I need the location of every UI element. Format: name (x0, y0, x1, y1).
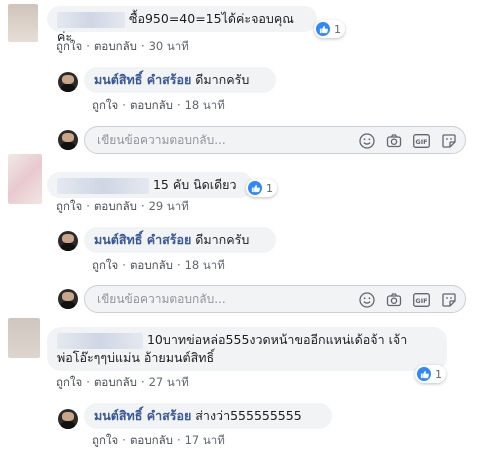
reply-link[interactable]: ตอบกลับ (130, 433, 173, 447)
reply-actions: ถูกใจ · ตอบกลับ · 18 นาที (92, 98, 225, 112)
reply-bubble: มนต์สิทธิ์ คำสร้อย ดีมากครับ (84, 227, 276, 253)
commenter-avatar[interactable] (8, 154, 42, 204)
reply-text: ดีมากครับ (195, 232, 250, 247)
reply-composer[interactable]: GIF (84, 285, 466, 313)
sticker-icon[interactable] (440, 291, 458, 309)
smiley-icon[interactable] (358, 291, 376, 309)
reply-bubble: มนต์สิทธิ์ คำสร้อย ดีมากครับ (84, 67, 276, 93)
reply-author-name[interactable]: มนต์สิทธิ์ คำสร้อย (94, 408, 191, 423)
reply-author-avatar[interactable] (58, 231, 78, 251)
reply-author-name[interactable]: มนต์สิทธิ์ คำสร้อย (94, 232, 191, 247)
reply-link[interactable]: ตอบกลับ (130, 258, 173, 272)
current-user-avatar (58, 130, 78, 150)
comment-time[interactable]: 27 นาที (149, 375, 189, 389)
like-link[interactable]: ถูกใจ (92, 98, 118, 112)
thumbs-up-icon (417, 367, 431, 381)
comment-actions: ถูกใจ · ตอบกลับ · 30 นาที (56, 39, 189, 53)
reply-author-name[interactable]: มนต์สิทธิ์ คำสร้อย (94, 72, 191, 87)
like-count: 1 (334, 22, 341, 36)
reply-text: ดีมากครับ (195, 72, 250, 87)
commenter-name[interactable] (57, 332, 143, 349)
gif-icon[interactable]: GIF (412, 291, 430, 309)
smiley-icon[interactable] (358, 132, 376, 150)
thumbs-up-icon (316, 22, 330, 36)
reply-author-avatar[interactable] (58, 409, 78, 429)
comment-actions: ถูกใจ · ตอบกลับ · 29 นาที (56, 199, 189, 213)
reply-input[interactable] (95, 291, 349, 307)
like-count-badge[interactable]: 1 (415, 365, 446, 383)
gif-icon[interactable]: GIF (412, 132, 430, 150)
reply-time[interactable]: 18 นาที (185, 258, 225, 272)
reply-bubble: มนต์สิทธิ์ คำสร้อย ส่างว่า555555555 (84, 403, 332, 429)
comment-text-line2: พ่อโอ๊ะๆๆบ่แม่น อ้ายมนต์สิทธิ์ (57, 349, 215, 365)
reply-time[interactable]: 17 นาที (185, 433, 225, 447)
reply-actions: ถูกใจ · ตอบกลับ · 18 นาที (92, 258, 225, 272)
like-link[interactable]: ถูกใจ (56, 199, 82, 213)
reply-link[interactable]: ตอบกลับ (94, 39, 137, 53)
current-user-avatar (58, 289, 78, 309)
like-count: 1 (435, 367, 442, 381)
comment-time[interactable]: 29 นาที (149, 199, 189, 213)
comment-text: 15 คับ นิดเดียว (152, 177, 237, 192)
reply-author-avatar[interactable] (58, 72, 78, 92)
like-link[interactable]: ถูกใจ (56, 375, 82, 389)
svg-text:GIF: GIF (415, 297, 427, 305)
comment-actions: ถูกใจ · ตอบกลับ · 27 นาที (56, 375, 189, 389)
like-link[interactable]: ถูกใจ (92, 433, 118, 447)
reply-actions: ถูกใจ · ตอบกลับ · 17 นาที (92, 433, 225, 447)
like-link[interactable]: ถูกใจ (56, 39, 82, 53)
reply-composer[interactable]: GIF (84, 126, 466, 154)
like-count-badge[interactable]: 1 (246, 179, 277, 197)
like-count: 1 (266, 181, 273, 195)
camera-icon[interactable] (385, 132, 403, 150)
reply-link[interactable]: ตอบกลับ (130, 98, 173, 112)
reply-time[interactable]: 18 นาที (185, 98, 225, 112)
like-link[interactable]: ถูกใจ (92, 258, 118, 272)
reply-link[interactable]: ตอบกลับ (94, 375, 137, 389)
commenter-name[interactable] (57, 177, 149, 194)
comment-bubble: 10บาทข่อหล่อ555งวดหน้าขออีกแหน่เด้อจ้า เ… (47, 327, 447, 371)
sticker-icon[interactable] (440, 132, 458, 150)
reply-text: ส่างว่า555555555 (195, 408, 302, 423)
like-count-badge[interactable]: 1 (314, 20, 345, 38)
comment-text-line1: 10บาทข่อหล่อ555งวดหน้าขออีกแหน่เด้อจ้า เ… (146, 332, 408, 347)
reply-input[interactable] (95, 132, 349, 148)
thumbs-up-icon (248, 181, 262, 195)
commenter-name[interactable] (57, 11, 125, 28)
camera-icon[interactable] (385, 291, 403, 309)
commenter-avatar[interactable] (8, 318, 40, 358)
comment-bubble: 15 คับ นิดเดียว (47, 172, 253, 198)
comment-time[interactable]: 30 นาที (149, 39, 189, 53)
comment-bubble: ซื้อ950=40=15ได้ค่ะจอบคุณค่ะ (47, 6, 317, 44)
commenter-avatar[interactable] (8, 4, 38, 42)
svg-text:GIF: GIF (415, 138, 427, 146)
reply-link[interactable]: ตอบกลับ (94, 199, 137, 213)
